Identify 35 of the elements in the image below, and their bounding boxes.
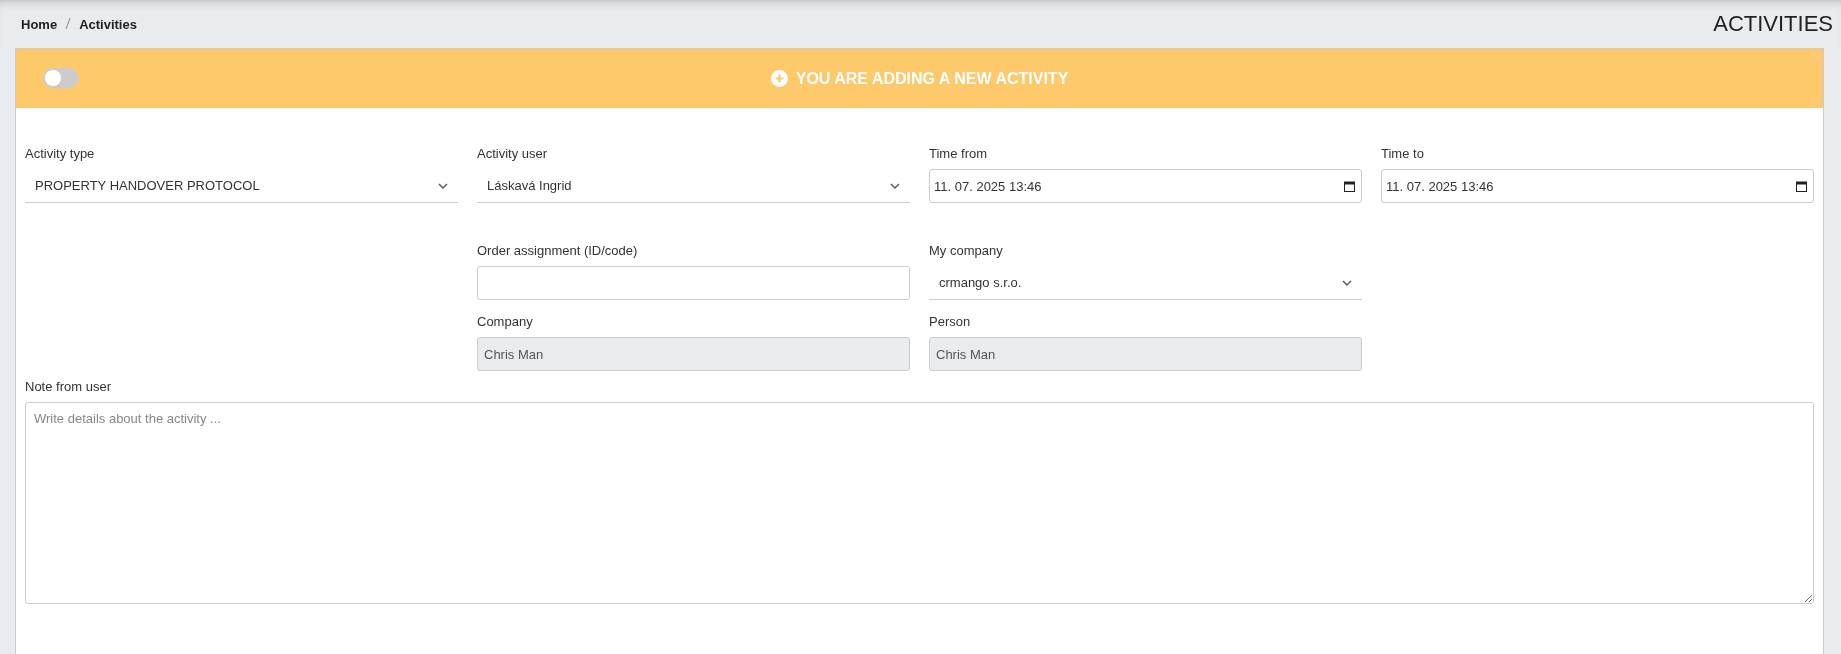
input-field[interactable] [477, 266, 910, 300]
toggle-switch[interactable] [43, 68, 79, 88]
calendar-icon [1344, 180, 1355, 192]
chevron-down-icon [1342, 279, 1352, 286]
field-label: Activity type [25, 146, 96, 161]
plus-circle-icon [770, 70, 788, 87]
banner-title: YOU ARE ADDING A NEW ACTIVITY [795, 69, 1069, 88]
field-label: Person [929, 314, 972, 329]
field-label: Time to [1381, 146, 1425, 161]
field-value: Chris Man [936, 346, 996, 362]
field-label: Time from [929, 146, 989, 161]
field-label: Note from user [25, 379, 112, 394]
field-value: Chris Man [484, 346, 544, 362]
page-title: ACTIVITIES [1713, 11, 1833, 37]
breadcrumb-link[interactable]: Home [21, 16, 58, 32]
date-field[interactable]: 11. 07. 2025 13:46 [1381, 169, 1814, 203]
select-field[interactable]: crmango s.r.o. [929, 266, 1362, 300]
field-label: Company [477, 314, 534, 329]
date-field[interactable]: 11. 07. 2025 13:46 [929, 169, 1362, 203]
field-value: PROPERTY HANDOVER PROTOCOL [35, 178, 260, 193]
field-value: crmango s.r.o. [939, 275, 1022, 290]
select-field[interactable]: Láskavá Ingrid [477, 169, 910, 203]
chevron-down-icon [890, 182, 900, 189]
note-textarea[interactable]: Write details about the activity ... [25, 402, 1814, 604]
calendar-icon [1796, 180, 1807, 192]
field-label: Order assignment (ID/code) [477, 243, 639, 258]
field-value: 11. 07. 2025 13:46 [934, 178, 1042, 194]
breadcrumb-link[interactable]: Activities [79, 16, 137, 32]
select-field[interactable]: PROPERTY HANDOVER PROTOCOL [25, 169, 458, 203]
field-label: My company [929, 243, 1004, 258]
field-label: Activity user [477, 146, 549, 161]
chevron-down-icon [438, 182, 448, 189]
field-value: 11. 07. 2025 13:46 [1386, 178, 1494, 194]
field-value: Láskavá Ingrid [487, 178, 572, 193]
slash-separator-icon [65, 17, 72, 29]
